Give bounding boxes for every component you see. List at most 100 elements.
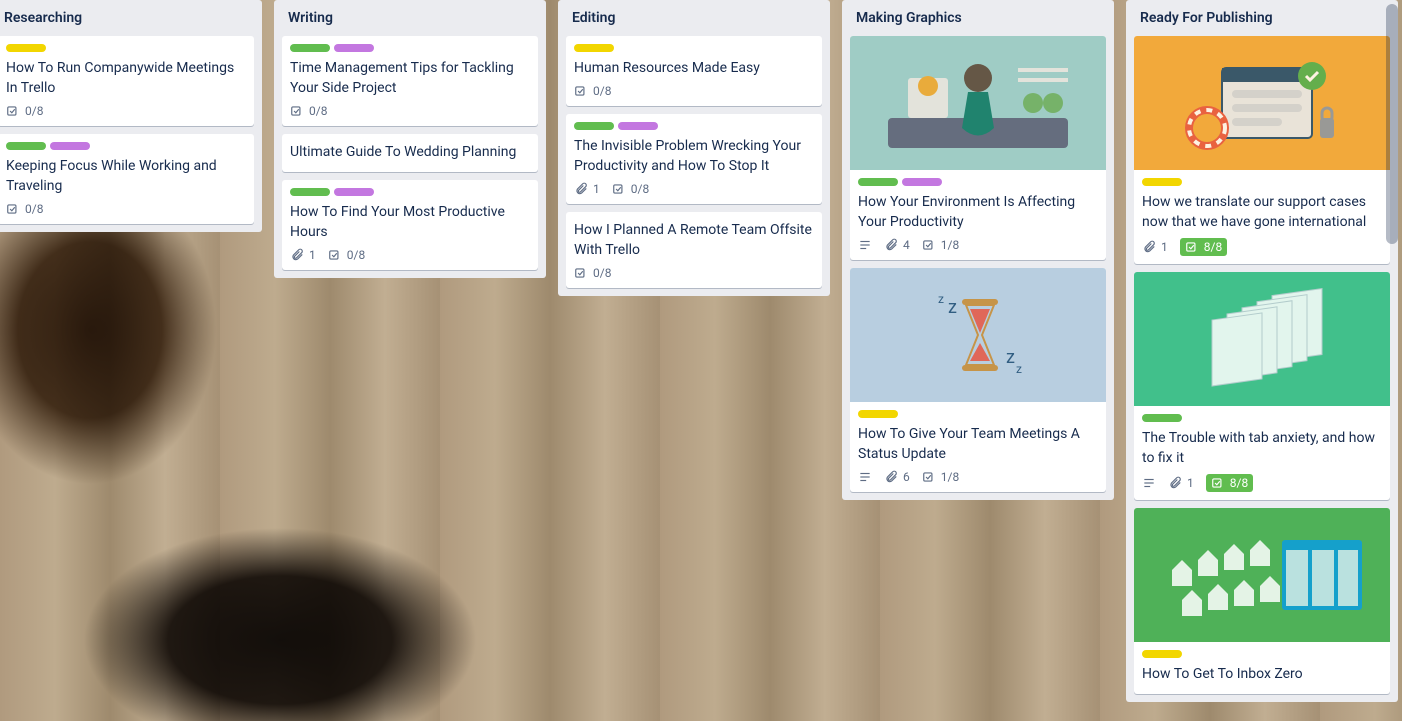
label-purple[interactable] (334, 44, 374, 52)
checklist-badge: 0/8 (574, 266, 611, 280)
svg-text:z: z (1016, 362, 1022, 376)
label-green[interactable] (290, 188, 330, 196)
card[interactable]: The Trouble with tab anxiety, and how to… (1134, 272, 1390, 500)
card-labels[interactable] (6, 44, 246, 52)
list-editing[interactable]: Editing Human Resources Made Easy 0/8 Th… (558, 0, 830, 296)
attachment-count: 1 (309, 248, 316, 262)
list-title[interactable]: Ready For Publishing (1134, 10, 1390, 36)
checklist-badge-complete: 8/8 (1206, 474, 1253, 492)
checklist-icon (922, 470, 936, 484)
attachment-icon (574, 182, 588, 196)
card-labels[interactable] (1142, 650, 1382, 658)
card[interactable]: Time Management Tips for Tackling Your S… (282, 36, 538, 126)
card-labels[interactable] (574, 44, 814, 52)
checklist-count: 0/8 (309, 104, 327, 118)
checklist-icon (1211, 476, 1225, 490)
card-badges: 6 1/8 (858, 468, 1098, 486)
label-green[interactable] (858, 178, 898, 186)
card-labels[interactable] (290, 188, 530, 196)
card-title: How To Run Companywide Meetings In Trell… (6, 58, 246, 98)
list-title[interactable]: Researching (0, 10, 254, 36)
attachment-badge: 1 (574, 182, 600, 196)
cover-illustration-browser (1172, 48, 1352, 158)
card[interactable]: The Invisible Problem Wrecking Your Prod… (566, 114, 822, 204)
card-list: Human Resources Made Easy 0/8 The Invisi… (566, 36, 822, 288)
cover-illustration-hourglass: z z z z (918, 285, 1038, 385)
checklist-count: 1/8 (941, 238, 959, 252)
card[interactable]: How To Run Companywide Meetings In Trell… (0, 36, 254, 126)
card-title: Ultimate Guide To Wedding Planning (290, 142, 530, 162)
card[interactable]: How To Get To Inbox Zero (1134, 508, 1390, 694)
card[interactable]: How To Find Your Most Productive Hours 1… (282, 180, 538, 270)
checklist-count: 0/8 (25, 202, 43, 216)
card-title: How To Give Your Team Meetings A Status … (858, 424, 1098, 464)
card-labels[interactable] (858, 410, 1098, 418)
card-badges: 4 1/8 (858, 236, 1098, 254)
card[interactable]: How I Planned A Remote Team Offsite With… (566, 212, 822, 288)
attachment-icon (884, 470, 898, 484)
label-purple[interactable] (50, 142, 90, 150)
label-purple[interactable] (902, 178, 942, 186)
list-title[interactable]: Making Graphics (850, 10, 1106, 36)
label-purple[interactable] (334, 188, 374, 196)
attachment-count: 1 (1161, 240, 1168, 254)
vertical-scrollbar[interactable] (1386, 4, 1398, 715)
card-labels[interactable] (1142, 178, 1382, 186)
description-badge (858, 470, 872, 484)
attachment-count: 1 (1187, 476, 1194, 490)
description-badge (1142, 476, 1156, 490)
checklist-icon (574, 84, 588, 98)
checklist-count: 0/8 (593, 84, 611, 98)
label-yellow[interactable] (1142, 650, 1182, 658)
card-labels[interactable] (290, 44, 530, 52)
card[interactable]: How Your Environment Is Affecting Your P… (850, 36, 1106, 260)
checklist-icon (6, 104, 20, 118)
list-ready-for-publishing[interactable]: Ready For Publishing (1126, 0, 1398, 702)
checklist-icon (922, 238, 936, 252)
description-icon (858, 238, 872, 252)
cover-illustration-tabs (1172, 284, 1352, 394)
card-title: How we translate our support cases now t… (1142, 192, 1382, 232)
cover-illustration-inbox (1152, 520, 1372, 630)
checklist-badge: 1/8 (922, 238, 959, 252)
card-badges: 1 8/8 (1142, 236, 1382, 258)
card-badges: 0/8 (290, 102, 530, 120)
label-yellow[interactable] (6, 44, 46, 52)
label-green[interactable] (290, 44, 330, 52)
list-writing[interactable]: Writing Time Management Tips for Tacklin… (274, 0, 546, 278)
list-title[interactable]: Writing (282, 10, 538, 36)
label-green[interactable] (1142, 414, 1182, 422)
card-labels[interactable] (858, 178, 1098, 186)
card[interactable]: How we translate our support cases now t… (1134, 36, 1390, 264)
card-badges: 1 0/8 (574, 180, 814, 198)
attachment-icon (290, 248, 304, 262)
card-badges: 0/8 (6, 200, 246, 218)
card[interactable]: z z z z How To Give Your Team Meetings A… (850, 268, 1106, 492)
card-labels[interactable] (6, 142, 246, 150)
card-badges: 0/8 (6, 102, 246, 120)
kanban-board[interactable]: Researching How To Run Companywide Meeti… (0, 0, 1402, 721)
svg-text:z: z (938, 292, 944, 306)
label-yellow[interactable] (574, 44, 614, 52)
list-researching[interactable]: Researching How To Run Companywide Meeti… (0, 0, 262, 232)
svg-text:z: z (948, 297, 957, 318)
checklist-count: 0/8 (593, 266, 611, 280)
label-purple[interactable] (618, 122, 658, 130)
list-title[interactable]: Editing (566, 10, 822, 36)
card-labels[interactable] (574, 122, 814, 130)
card[interactable]: Human Resources Made Easy 0/8 (566, 36, 822, 106)
card-title: Keeping Focus While Working and Travelin… (6, 156, 246, 196)
list-making-graphics[interactable]: Making Graphics (842, 0, 1114, 500)
card[interactable]: Keeping Focus While Working and Travelin… (0, 134, 254, 224)
card-labels[interactable] (1142, 414, 1382, 422)
label-yellow[interactable] (858, 410, 898, 418)
checklist-badge: 0/8 (328, 248, 365, 262)
attachment-count: 6 (903, 470, 910, 484)
card[interactable]: Ultimate Guide To Wedding Planning (282, 134, 538, 172)
scrollbar-thumb[interactable] (1386, 4, 1398, 244)
attachment-count: 1 (593, 182, 600, 196)
attachment-icon (1168, 476, 1182, 490)
label-yellow[interactable] (1142, 178, 1182, 186)
label-green[interactable] (574, 122, 614, 130)
label-green[interactable] (6, 142, 46, 150)
